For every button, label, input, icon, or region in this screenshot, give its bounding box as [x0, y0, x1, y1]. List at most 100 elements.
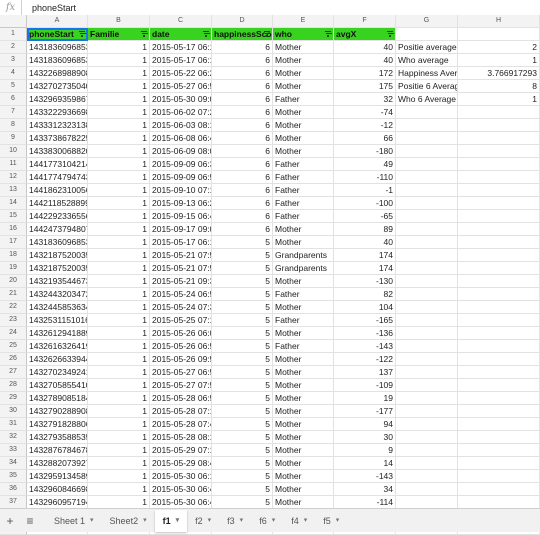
table-cell[interactable]: 2015-05-21 07:52 [150, 262, 212, 275]
table-cell[interactable]: 1 [88, 158, 150, 171]
filter-icon[interactable] [325, 31, 331, 37]
column-header-f[interactable]: F [334, 15, 396, 28]
table-cell[interactable] [458, 340, 540, 353]
chevron-down-icon[interactable]: ▾ [90, 510, 94, 532]
row-number[interactable]: 18 [0, 249, 27, 262]
table-cell[interactable]: 1432960846698 [27, 483, 88, 496]
table-cell[interactable]: 1 [88, 444, 150, 457]
table-cell[interactable]: 1 [88, 405, 150, 418]
table-cell[interactable]: 5 [212, 262, 273, 275]
row-number[interactable]: 33 [0, 444, 27, 457]
table-cell[interactable]: -122 [334, 353, 396, 366]
table-cell[interactable]: 1 [88, 41, 150, 54]
table-cell[interactable]: 1 [88, 340, 150, 353]
table-cell[interactable]: 1 [88, 483, 150, 496]
row-number[interactable]: 20 [0, 275, 27, 288]
table-cell[interactable]: 2015-09-17 09:09 [150, 223, 212, 236]
table-cell[interactable]: 1432969359867 [27, 93, 88, 106]
table-cell[interactable]: 2015-05-24 07:37 [150, 301, 212, 314]
table-cell[interactable]: Mother [273, 405, 334, 418]
table-cell[interactable]: -165 [334, 314, 396, 327]
row-number[interactable]: 27 [0, 366, 27, 379]
row-number[interactable]: 5 [0, 80, 27, 93]
table-cell[interactable]: Mother [273, 236, 334, 249]
table-cell[interactable]: 5 [212, 340, 273, 353]
table-cell[interactable]: Father [273, 197, 334, 210]
select-all-corner[interactable] [0, 15, 27, 28]
formula-input[interactable]: phoneStart [22, 3, 76, 13]
table-cell[interactable]: 2015-05-21 09:32 [150, 275, 212, 288]
table-cell[interactable]: 2 [458, 41, 540, 54]
row-number[interactable]: 16 [0, 223, 27, 236]
add-sheet-icon[interactable]: + [0, 514, 20, 528]
table-cell[interactable]: Who 6 Average [396, 93, 458, 106]
table-cell[interactable]: 5 [212, 405, 273, 418]
table-cell[interactable] [396, 262, 458, 275]
table-cell[interactable]: 1442292336556 [27, 210, 88, 223]
table-cell[interactable] [396, 470, 458, 483]
row-number[interactable]: 17 [0, 236, 27, 249]
table-cell[interactable] [458, 262, 540, 275]
table-cell[interactable]: 1 [88, 288, 150, 301]
table-cell[interactable]: Mother [273, 483, 334, 496]
table-cell[interactable] [458, 119, 540, 132]
table-cell[interactable]: Who average [396, 54, 458, 67]
table-cell[interactable]: 89 [334, 223, 396, 236]
filter-icon[interactable] [203, 31, 209, 37]
header-cell-avgx[interactable]: avgX [334, 28, 396, 41]
table-cell[interactable]: 1432876784678 [27, 444, 88, 457]
table-cell[interactable] [396, 145, 458, 158]
table-cell[interactable]: 2015-05-26 09:50 [150, 353, 212, 366]
table-cell[interactable]: 1432616326419 [27, 340, 88, 353]
table-cell[interactable]: 5 [212, 275, 273, 288]
table-cell[interactable]: 1 [88, 132, 150, 145]
table-cell[interactable]: 6 [212, 171, 273, 184]
table-cell[interactable]: 1432793588535 [27, 431, 88, 444]
table-cell[interactable]: 6 [212, 93, 273, 106]
table-cell[interactable]: 2015-06-08 06:44 [150, 132, 212, 145]
table-cell[interactable] [458, 158, 540, 171]
all-sheets-list-icon[interactable]: ≡ [20, 514, 40, 528]
table-cell[interactable]: 2015-09-13 06:28 [150, 197, 212, 210]
table-cell[interactable]: 40 [334, 41, 396, 54]
row-number[interactable]: 3 [0, 54, 27, 67]
table-cell[interactable]: Mother [273, 457, 334, 470]
row-number[interactable]: 34 [0, 457, 27, 470]
table-cell[interactable] [458, 444, 540, 457]
row-number[interactable]: 1 [0, 28, 27, 41]
table-cell[interactable]: 1432531151016 [27, 314, 88, 327]
header-cell-date[interactable]: date [150, 28, 212, 41]
row-number[interactable]: 21 [0, 288, 27, 301]
table-cell[interactable]: 1432268988908 [27, 67, 88, 80]
row-number[interactable]: 7 [0, 106, 27, 119]
table-cell[interactable]: 1432790288908 [27, 405, 88, 418]
table-cell[interactable]: 1 [88, 54, 150, 67]
table-cell[interactable]: 5 [212, 483, 273, 496]
header-cell-who[interactable]: who [273, 28, 334, 41]
column-header-g[interactable]: G [396, 15, 458, 28]
table-cell[interactable]: Mother [273, 470, 334, 483]
table-cell[interactable]: 2015-05-30 06:40 [150, 483, 212, 496]
table-cell[interactable]: 1433312323138 [27, 119, 88, 132]
table-cell[interactable]: 1442473794807 [27, 223, 88, 236]
table-cell[interactable] [458, 184, 540, 197]
table-cell[interactable]: 1 [88, 431, 150, 444]
table-cell[interactable]: 104 [334, 301, 396, 314]
chevron-down-icon[interactable]: ▾ [208, 510, 212, 532]
table-cell[interactable] [458, 327, 540, 340]
table-cell[interactable]: Mother [273, 444, 334, 457]
table-cell[interactable]: 2015-05-27 07:50 [150, 379, 212, 392]
table-cell[interactable] [458, 223, 540, 236]
table-cell[interactable]: 2015-05-28 07:43 [150, 418, 212, 431]
table-cell[interactable]: Mother [273, 275, 334, 288]
filter-icon[interactable] [387, 31, 393, 37]
table-cell[interactable]: 1432612941889 [27, 327, 88, 340]
table-cell[interactable] [458, 418, 540, 431]
chevron-down-icon[interactable]: ▾ [143, 510, 147, 532]
table-cell[interactable]: 6 [212, 67, 273, 80]
table-cell[interactable]: 3.766917293 [458, 67, 540, 80]
sheet-tab-f2[interactable]: f2 ▾ [187, 510, 219, 532]
table-cell[interactable] [396, 379, 458, 392]
table-cell[interactable] [396, 431, 458, 444]
table-cell[interactable]: 14 [334, 457, 396, 470]
